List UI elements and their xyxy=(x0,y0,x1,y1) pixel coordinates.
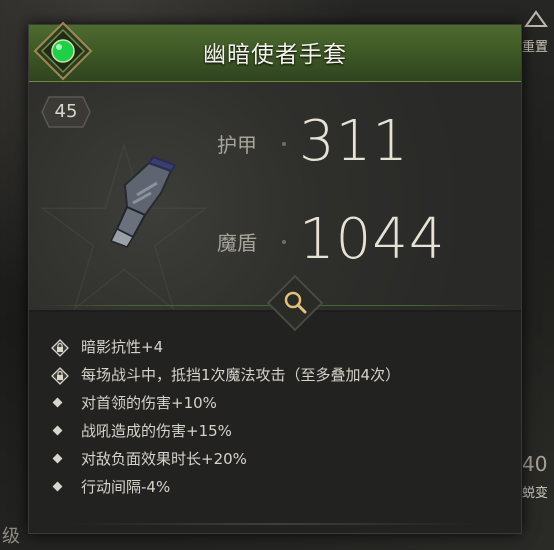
lock-icon xyxy=(51,367,69,385)
item-name: 幽暗使者手套 xyxy=(203,42,347,68)
list-item: 对首领的伤害+10% xyxy=(51,389,511,417)
magic-shield-value: 1044 xyxy=(299,207,446,272)
magic-shield-label: 魔盾 xyxy=(217,231,257,255)
stat-separator xyxy=(282,142,286,146)
affix-list: 暗影抗性+4 每场战斗中，抵挡1次魔法攻击（至多叠加4次） 对首领的伤害+10%… xyxy=(51,333,511,501)
rarity-gem-icon xyxy=(33,21,93,81)
armor-label: 护甲 xyxy=(217,133,257,157)
list-item: 对敌负面效果时长+20% xyxy=(51,445,511,473)
affix-text: 战吼造成的伤害+15% xyxy=(81,422,232,440)
transform-label[interactable]: 蜕变 xyxy=(522,482,548,501)
affix-text: 行动间隔-4% xyxy=(81,478,171,496)
diamond-bullet-icon xyxy=(52,453,63,464)
diamond-bullet-icon xyxy=(52,481,63,492)
stat-separator xyxy=(282,240,286,244)
armor-value: 311 xyxy=(299,109,409,174)
reset-label[interactable]: 重置 xyxy=(522,36,548,55)
item-level: 45 xyxy=(54,101,78,122)
gauntlet-icon xyxy=(109,155,177,248)
diamond-bullet-icon xyxy=(52,397,63,408)
title-bar: 幽暗使者手套 xyxy=(29,25,521,82)
reset-icon[interactable] xyxy=(522,6,550,39)
level-side-label: 级 xyxy=(2,526,20,547)
list-item: 行动间隔-4% xyxy=(51,473,511,501)
item-tooltip: 幽暗使者手套 45 护甲 311 魔盾 1044 暗影抗性+4 每场战斗中，抵挡… xyxy=(28,21,522,534)
diamond-bullet-icon xyxy=(52,425,63,436)
affix-text: 对首领的伤害+10% xyxy=(81,394,217,412)
affix-text: 每场战斗中，抵挡1次魔法攻击（至多叠加4次） xyxy=(81,366,401,384)
affix-text: 暗影抗性+4 xyxy=(81,338,164,356)
lock-icon xyxy=(51,339,69,357)
side-level-label: 40 xyxy=(522,452,548,476)
magnifier-icon[interactable] xyxy=(280,288,310,318)
divider xyxy=(69,523,481,525)
affix-text: 对敌负面效果时长+20% xyxy=(81,450,247,468)
list-item: 暗影抗性+4 xyxy=(51,333,511,361)
list-item: 战吼造成的伤害+15% xyxy=(51,417,511,445)
list-item: 每场战斗中，抵挡1次魔法攻击（至多叠加4次） xyxy=(51,361,511,389)
